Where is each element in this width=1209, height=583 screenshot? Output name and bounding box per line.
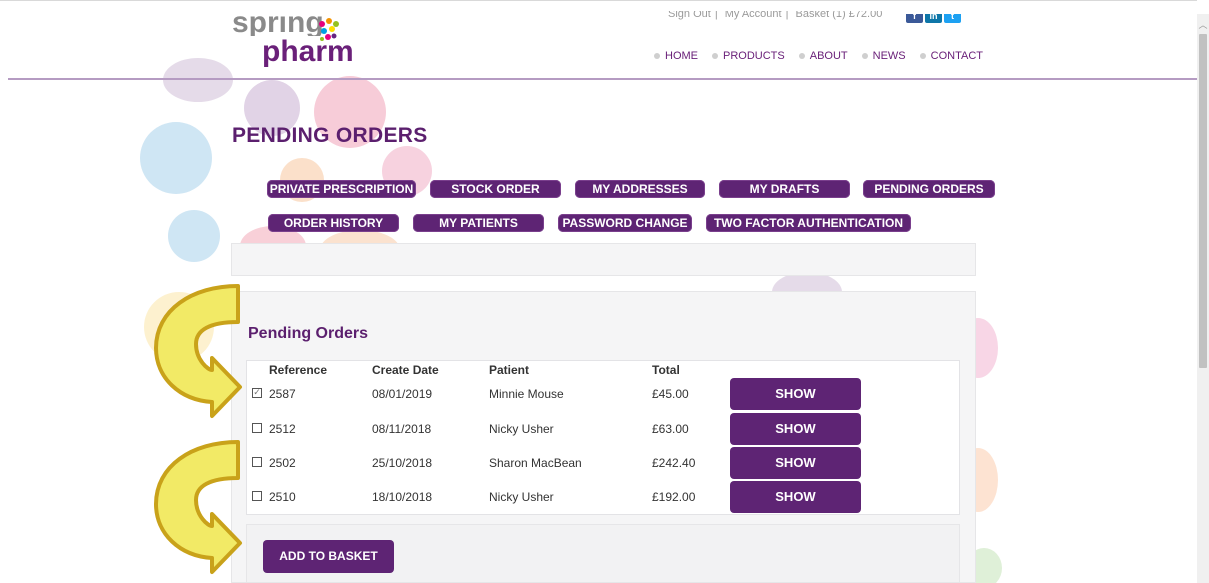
logo-text-pharm: pharm [262,35,354,68]
cell-reference: 2587 [269,387,296,401]
table-row: ✓ 2587 08/01/2019 Minnie Mouse £45.00 SH… [247,378,961,412]
row-checkbox[interactable] [252,423,262,433]
browser-viewport: spring pharm Sign Out | My Account | Baske… [0,0,1209,583]
nav-label: HOME [665,50,698,62]
nav-label: CONTACT [930,50,983,62]
column-header-patient: Patient [489,363,530,377]
table-row: 2510 18/10/2018 Nicky Usher £192.00 SHOW [247,481,961,515]
linkedin-icon[interactable]: in [925,14,942,23]
cell-reference: 2512 [269,422,296,436]
nav-label: PRODUCTS [723,50,785,62]
header-divider [8,78,1197,80]
bullet-icon [919,53,926,59]
tab-two-factor-authentication[interactable]: TWO FACTOR AUTHENTICATION [706,214,911,232]
tab-pending-orders[interactable]: PENDING ORDERS [863,180,995,198]
pending-orders-table: Reference Create Date Patient Total ✓ 25… [246,360,960,515]
nav-home[interactable]: HOME [654,50,698,62]
cell-patient: Nicky Usher [489,490,554,504]
main-nav: HOME PRODUCTS ABOUT NEWS CONTACT [654,50,983,62]
social-links: f in t [906,10,961,23]
decor-dot [163,58,233,102]
vertical-scrollbar[interactable]: ︿ [1197,14,1209,583]
scroll-up-arrow-icon[interactable]: ︿ [1197,20,1209,32]
bullet-icon [861,53,868,59]
nav-label: NEWS [872,50,906,62]
bullet-icon [798,53,805,59]
bullet-icon [712,53,718,59]
browser-top-edge [0,0,1197,14]
cell-create-date: 25/10/2018 [372,456,433,470]
column-header-total: Total [652,363,680,377]
cell-create-date: 08/01/2019 [372,387,433,401]
nav-news[interactable]: NEWS [861,50,906,62]
tab-stock-order[interactable]: STOCK ORDER [430,180,561,198]
tab-password-change[interactable]: PASSWORD CHANGE [558,214,692,232]
table-row: 2502 25/10/2018 Sharon MacBean £242.40 S… [247,447,961,481]
row-checkbox[interactable] [252,457,262,467]
cell-reference: 2502 [269,456,296,470]
tab-order-history[interactable]: ORDER HISTORY [268,214,399,232]
cell-total: £242.40 [652,456,696,470]
nav-label: ABOUT [809,50,848,62]
nav-about[interactable]: ABOUT [798,50,848,62]
cell-total: £45.00 [652,387,689,401]
column-header-create-date: Create Date [372,363,439,377]
show-order-button[interactable]: SHOW [730,413,861,445]
row-checkbox[interactable] [252,491,262,501]
cell-patient: Minnie Mouse [489,387,564,401]
show-order-button[interactable]: SHOW [730,447,861,479]
scrollbar-thumb[interactable] [1199,34,1207,368]
table-row: 2512 08/11/2018 Nicky Usher £63.00 SHOW [247,413,961,447]
show-order-button[interactable]: SHOW [730,481,861,513]
annotation-arrow-icon [154,284,242,418]
info-panel [231,243,976,276]
show-order-button[interactable]: SHOW [730,378,861,410]
logo-text-spring: spring [232,6,324,39]
tab-my-drafts[interactable]: MY DRAFTS [719,180,850,198]
tab-private-prescription[interactable]: PRIVATE PRESCRIPTION [267,180,416,198]
page-title: PENDING ORDERS [232,124,428,147]
nav-products[interactable]: PRODUCTS [712,50,785,62]
springpharm-logo[interactable]: spring pharm [232,4,372,74]
add-to-basket-button[interactable]: ADD TO BASKET [263,540,394,573]
cell-total: £192.00 [652,490,696,504]
facebook-icon[interactable]: f [906,14,923,23]
cell-create-date: 18/10/2018 [372,490,433,504]
tab-my-addresses[interactable]: MY ADDRESSES [575,180,705,198]
decor-dot [168,210,220,262]
cell-create-date: 08/11/2018 [372,422,432,436]
tab-my-patients[interactable]: MY PATIENTS [413,214,544,232]
cell-patient: Nicky Usher [489,422,554,436]
nav-contact[interactable]: CONTACT [919,50,983,62]
bullet-icon [654,53,660,59]
column-header-reference: Reference [269,363,328,377]
section-title: Pending Orders [248,325,369,342]
decor-dot [140,122,212,194]
cell-patient: Sharon MacBean [489,456,582,470]
row-checkbox[interactable]: ✓ [252,388,262,398]
twitter-icon[interactable]: t [944,14,961,23]
cell-total: £63.00 [652,422,689,436]
cell-reference: 2510 [269,490,296,504]
annotation-arrow-icon [154,440,242,574]
